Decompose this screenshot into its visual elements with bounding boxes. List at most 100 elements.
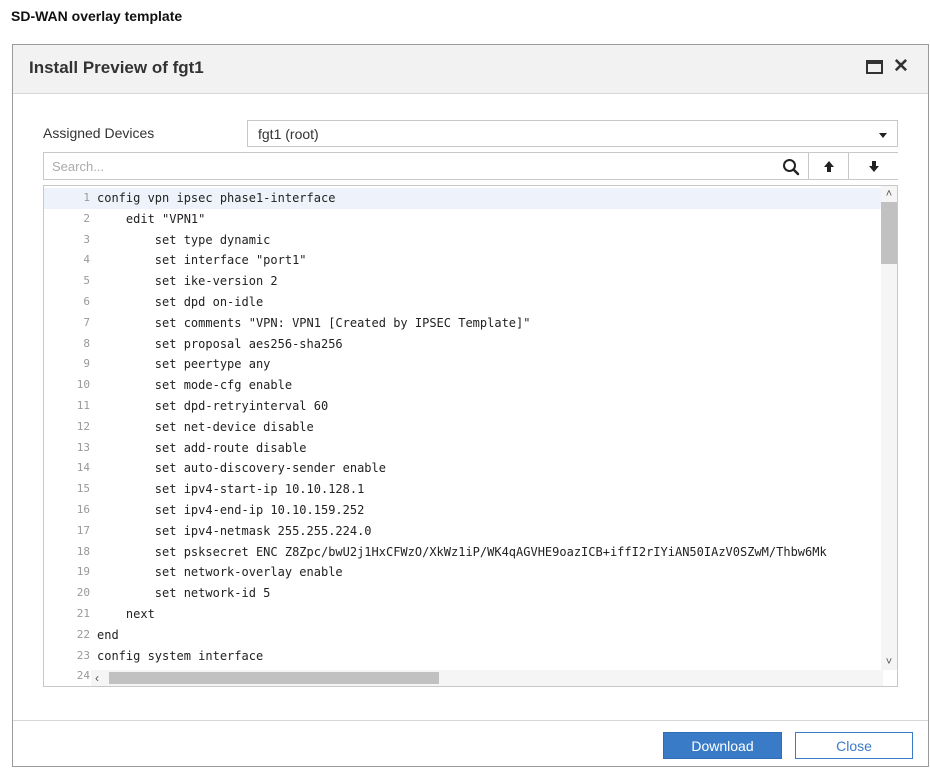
code-text: config vpn ipsec phase1-interface bbox=[97, 191, 336, 205]
code-text: set type dynamic bbox=[97, 232, 271, 247]
code-text: set network-overlay enable bbox=[97, 565, 343, 580]
line-number: 16 bbox=[76, 502, 90, 516]
code-text: config system interface bbox=[97, 648, 264, 663]
code-line: 15 set ipv4-start-ip 10.10.128.1 bbox=[44, 479, 881, 500]
code-line: 16 set ipv4-end-ip 10.10.159.252 bbox=[44, 500, 881, 521]
horizontal-scroll-thumb[interactable] bbox=[109, 672, 439, 684]
line-number: 24 bbox=[76, 669, 90, 683]
dialog-footer: Download Close bbox=[13, 720, 928, 766]
assigned-devices-select[interactable]: fgt1 (root) bbox=[247, 120, 898, 147]
line-number: 17 bbox=[76, 523, 90, 537]
code-line: 1 config vpn ipsec phase1-interface bbox=[44, 188, 881, 209]
assigned-devices-value: fgt1 (root) bbox=[258, 126, 319, 142]
close-icon: ✕ bbox=[893, 56, 909, 77]
download-button[interactable]: Download bbox=[663, 732, 782, 759]
code-lines: 1 config vpn ipsec phase1-interface 2 edit… bbox=[44, 188, 881, 686]
line-number: 3 bbox=[83, 232, 90, 246]
vertical-scroll-thumb[interactable] bbox=[881, 202, 897, 264]
previous-match-button[interactable] bbox=[808, 153, 848, 179]
line-number: 18 bbox=[76, 544, 90, 558]
line-number: 19 bbox=[76, 565, 90, 579]
code-text: set ipv4-end-ip 10.10.159.252 bbox=[97, 502, 365, 517]
vertical-scrollbar[interactable]: ˄ ˅ bbox=[881, 186, 897, 670]
code-line: 22 end bbox=[44, 625, 881, 646]
code-line: 5 set ike-version 2 bbox=[44, 271, 881, 292]
install-preview-dialog: Install Preview of fgt1 ✕ Assigned Devic… bbox=[12, 44, 929, 767]
code-text: set ipv4-netmask 255.255.224.0 bbox=[97, 523, 372, 538]
code-line: 13 set add-route disable bbox=[44, 438, 881, 459]
code-line: 6 set dpd on-idle bbox=[44, 292, 881, 313]
horizontal-scrollbar[interactable]: ‹ › bbox=[91, 670, 883, 686]
line-number: 2 bbox=[83, 211, 90, 225]
line-number: 21 bbox=[76, 606, 90, 620]
code-text: set net-device disable bbox=[97, 419, 314, 434]
next-match-button[interactable] bbox=[848, 153, 898, 179]
code-text: set add-route disable bbox=[97, 440, 307, 455]
search-input[interactable] bbox=[44, 153, 774, 179]
code-text: set ike-version 2 bbox=[97, 274, 278, 289]
code-text: end bbox=[97, 627, 119, 642]
code-text: set proposal aes256-sha256 bbox=[97, 336, 343, 351]
dialog-header: Install Preview of fgt1 ✕ bbox=[13, 45, 928, 94]
code-text: set interface "port1" bbox=[97, 253, 307, 268]
search-bar bbox=[43, 152, 898, 180]
line-number: 13 bbox=[76, 440, 90, 454]
line-number: 5 bbox=[83, 274, 90, 288]
code-line: 11 set dpd-retryinterval 60 bbox=[44, 396, 881, 417]
code-line: 18 set psksecret ENC Z8Zpc/bwU2j1HxCFWzO… bbox=[44, 542, 881, 563]
close-dialog-button[interactable]: ✕ bbox=[893, 56, 909, 77]
code-line: 17 set ipv4-netmask 255.255.224.0 bbox=[44, 521, 881, 542]
scroll-down-icon[interactable]: ˅ bbox=[884, 657, 894, 668]
code-text: set psksecret ENC Z8Zpc/bwU2j1HxCFWzO/Xk… bbox=[97, 544, 827, 559]
code-line: 14 set auto-discovery-sender enable bbox=[44, 458, 881, 479]
line-number: 15 bbox=[76, 482, 90, 496]
code-line: 21 next bbox=[44, 604, 881, 625]
line-number: 23 bbox=[76, 648, 90, 662]
line-number: 11 bbox=[76, 398, 90, 412]
code-line: 19 set network-overlay enable bbox=[44, 562, 881, 583]
line-number: 10 bbox=[76, 378, 90, 392]
code-text: set network-id 5 bbox=[97, 586, 271, 601]
line-number: 9 bbox=[83, 357, 90, 371]
search-icon[interactable] bbox=[782, 158, 800, 176]
code-line: 23 config system interface bbox=[44, 646, 881, 667]
line-number: 20 bbox=[76, 586, 90, 600]
code-text: set mode-cfg enable bbox=[97, 378, 293, 393]
line-number: 6 bbox=[83, 294, 90, 308]
code-text: edit "VPN1" bbox=[97, 211, 206, 226]
arrow-down-icon bbox=[868, 160, 879, 172]
scroll-up-icon[interactable]: ˄ bbox=[884, 189, 894, 200]
code-line: 3 set type dynamic bbox=[44, 230, 881, 251]
line-number: 1 bbox=[83, 191, 90, 204]
line-number: 12 bbox=[76, 419, 90, 433]
code-line: 7 set comments "VPN: VPN1 [Created by IP… bbox=[44, 313, 881, 334]
code-text: set auto-discovery-sender enable bbox=[97, 461, 386, 476]
arrow-up-icon bbox=[823, 160, 834, 172]
page-heading: SD-WAN overlay template bbox=[11, 8, 183, 24]
code-text: set dpd on-idle bbox=[97, 294, 264, 309]
line-number: 14 bbox=[76, 461, 90, 475]
code-line: 12 set net-device disable bbox=[44, 417, 881, 438]
line-number: 7 bbox=[83, 315, 90, 329]
code-preview[interactable]: 1 config vpn ipsec phase1-interface 2 edit… bbox=[43, 185, 898, 687]
code-text: set dpd-retryinterval 60 bbox=[97, 398, 329, 413]
scroll-left-icon[interactable]: ‹ bbox=[95, 672, 99, 684]
assigned-devices-label: Assigned Devices bbox=[43, 125, 155, 141]
line-number: 8 bbox=[83, 336, 90, 350]
code-text: set peertype any bbox=[97, 357, 271, 372]
code-line: 20 set network-id 5 bbox=[44, 583, 881, 604]
code-text: next bbox=[97, 606, 155, 621]
chevron-down-icon bbox=[879, 133, 887, 138]
line-number: 4 bbox=[83, 253, 90, 267]
code-line: 2 edit "VPN1" bbox=[44, 209, 881, 230]
code-text: set comments "VPN: VPN1 [Created by IPSE… bbox=[97, 315, 531, 330]
close-button[interactable]: Close bbox=[795, 732, 913, 759]
code-line: 9 set peertype any bbox=[44, 354, 881, 375]
code-line: 10 set mode-cfg enable bbox=[44, 375, 881, 396]
code-line: 8 set proposal aes256-sha256 bbox=[44, 334, 881, 355]
code-line: 4 set interface "port1" bbox=[44, 250, 881, 271]
maximize-icon bbox=[866, 60, 883, 74]
line-number: 22 bbox=[76, 627, 90, 641]
maximize-button[interactable] bbox=[866, 60, 884, 76]
code-text: set ipv4-start-ip 10.10.128.1 bbox=[97, 482, 365, 497]
